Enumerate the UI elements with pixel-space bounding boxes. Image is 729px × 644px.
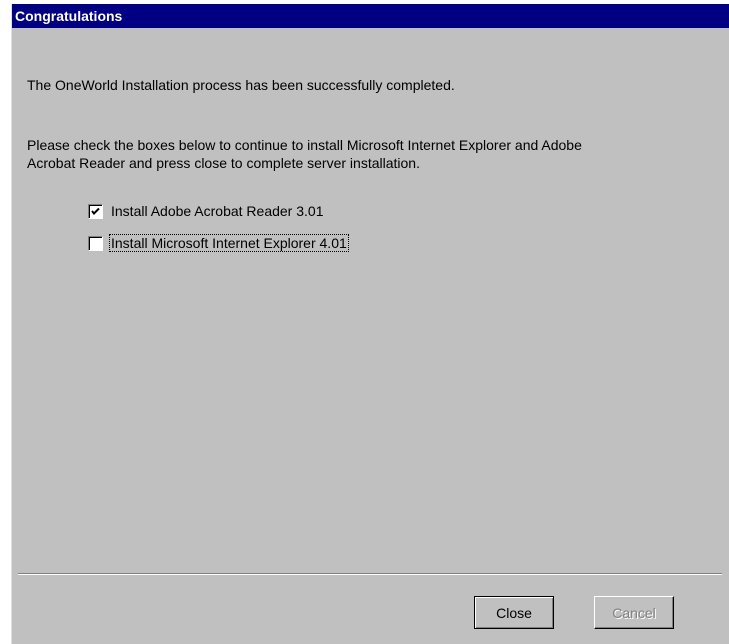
acrobat-reader-checkbox[interactable]	[88, 203, 103, 219]
title-bar: Congratulations	[12, 4, 729, 28]
cancel-button[interactable]: Cancel	[594, 596, 674, 629]
separator-line	[18, 573, 722, 575]
instructions-message: Please check the boxes below to continue…	[27, 136, 582, 172]
completion-message: The OneWorld Installation process has be…	[27, 77, 455, 93]
instructions-line-1: Please check the boxes below to continue…	[27, 137, 582, 153]
internet-explorer-checkbox[interactable]	[88, 235, 103, 251]
internet-explorer-option[interactable]: Install Microsoft Internet Explorer 4.01	[88, 233, 349, 253]
instructions-line-2: Acrobat Reader and press close to comple…	[27, 155, 420, 171]
checkmark-icon	[91, 207, 100, 215]
acrobat-reader-option[interactable]: Install Adobe Acrobat Reader 3.01	[88, 201, 324, 221]
congratulations-dialog: Congratulations The OneWorld Installatio…	[11, 4, 729, 644]
close-button[interactable]: Close	[474, 596, 554, 629]
acrobat-reader-label[interactable]: Install Adobe Acrobat Reader 3.01	[110, 203, 324, 219]
internet-explorer-label[interactable]: Install Microsoft Internet Explorer 4.01	[109, 234, 349, 252]
